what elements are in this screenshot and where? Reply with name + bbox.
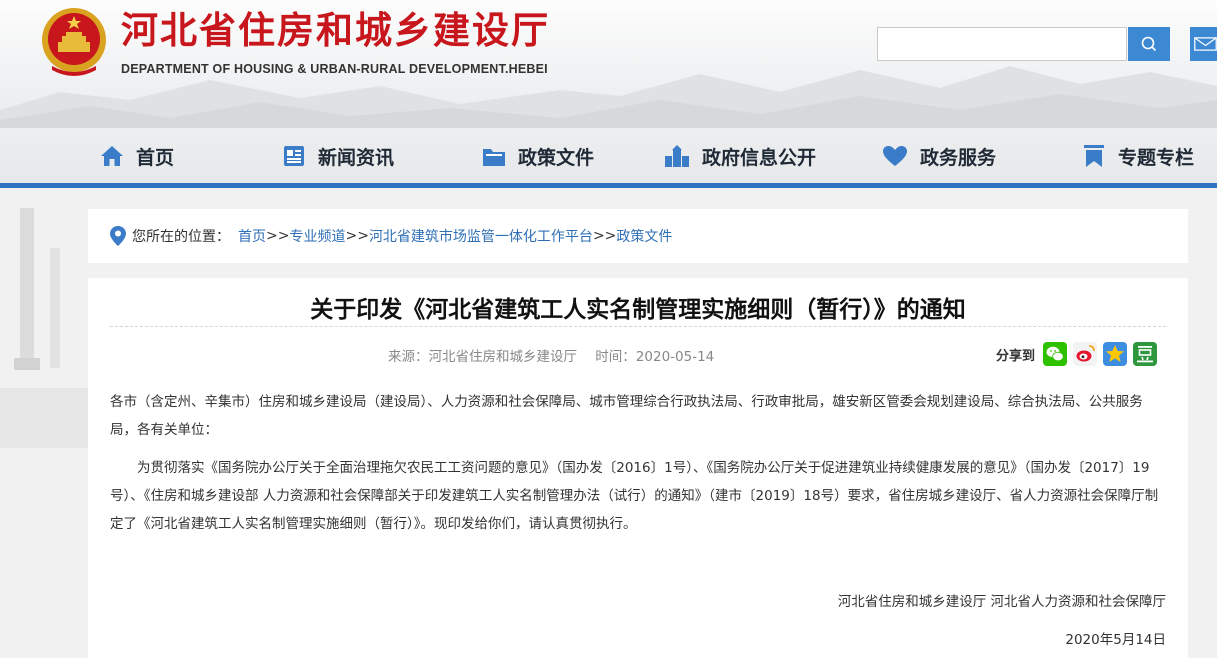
article-signature: 河北省住房和城乡建设厅 河北省人力资源和社会保障厅 [837,594,1166,610]
nav-item-services[interactable]: 政务服务 [882,128,996,184]
article: 关于印发《河北省建筑工人实名制管理实施细则（暂行）》的通知 来源：河北省住房和城… [88,278,1188,658]
nav-item-label: 政务服务 [920,146,997,169]
article-date: 2020年5月14日 [1065,632,1166,648]
share-wechat-button[interactable] [1043,342,1068,366]
nav-item-news[interactable]: 新闻资讯 [282,128,394,184]
qzone-icon [1103,342,1128,366]
nav-item-home[interactable]: 首页 [100,128,174,184]
share-label: 分享到 [996,348,1036,364]
breadcrumb-policy-link[interactable]: 政策文件 [616,226,672,246]
site-header: 河北省住房和城乡建设厅 DEPARTMENT OF HOUSING & URBA… [0,0,1217,128]
news-icon [284,146,304,166]
article-salutation: 各市（含定州、辛集市）住房和城乡建设局（建设局）、人力资源和社会保障局、城市管理… [110,394,1143,438]
nav-item-label: 新闻资讯 [318,146,395,169]
breadcrumb-separator: >> [592,228,617,244]
share-weibo-button[interactable] [1073,342,1098,366]
nav-item-policy[interactable]: 政策文件 [482,128,594,184]
breadcrumb: 您所在的位置： 首页 >> 专业频道 >> 河北省建筑市场监管一体化工作平台 >… [88,209,1188,263]
nav-item-info-disclosure[interactable]: 政府信息公开 [664,128,816,184]
nav-item-label: 首页 [136,146,175,169]
share-qzone-button[interactable] [1103,342,1128,366]
nav-item-label: 政策文件 [518,146,595,169]
share-bar: 分享到 [996,342,1163,366]
breadcrumb-separator: >> [345,228,369,244]
folder-icon [483,149,505,166]
location-pin-icon [110,226,126,246]
landmark-decoration [0,208,90,448]
search-input[interactable] [877,27,1127,61]
share-douban-button[interactable] [1133,342,1158,366]
search-button[interactable] [1128,27,1170,61]
national-emblem-icon [42,8,106,76]
douban-icon [1133,342,1158,366]
nav-underline [0,183,1217,188]
search-icon [1141,36,1157,52]
article-meta: 来源：河北省住房和城乡建设厅 时间：2020-05-14 [388,345,714,365]
heart-icon [883,146,907,166]
breadcrumb-channel-link[interactable]: 专业频道 [289,226,345,246]
bookmark-icon [1084,145,1104,167]
main-nav: 首页 新闻资讯 政策文件 政府信息公开 政务服务 专题专栏 [0,128,1217,184]
article-source: 来源：河北省住房和城乡建设厅 [388,349,577,365]
home-icon [101,146,123,166]
mail-icon [1194,37,1217,51]
site-subtitle: DEPARTMENT OF HOUSING & URBAN-RURAL DEVE… [121,62,548,76]
building-icon [665,145,689,167]
article-body: 为贯彻落实《国务院办公厅关于全面治理拖欠农民工工资问题的意见》（国办发〔2016… [110,460,1159,532]
breadcrumb-platform-link[interactable]: 河北省建筑市场监管一体化工作平台 [369,226,593,246]
article-time: 时间：2020-05-14 [595,349,715,365]
nav-item-label: 专题专栏 [1118,146,1195,169]
breadcrumb-home-link[interactable]: 首页 [238,226,266,246]
title-divider [110,326,1166,327]
wechat-icon [1043,342,1068,366]
article-title: 关于印发《河北省建筑工人实名制管理实施细则（暂行）》的通知 [310,297,966,323]
breadcrumb-separator: >> [266,228,290,244]
nav-item-topics[interactable]: 专题专栏 [1082,128,1194,184]
breadcrumb-label: 您所在的位置： [132,229,230,245]
mail-button[interactable] [1190,27,1217,61]
site-title: 河北省住房和城乡建设厅 [121,9,550,52]
nav-item-label: 政府信息公开 [702,146,817,169]
weibo-icon [1073,342,1098,366]
